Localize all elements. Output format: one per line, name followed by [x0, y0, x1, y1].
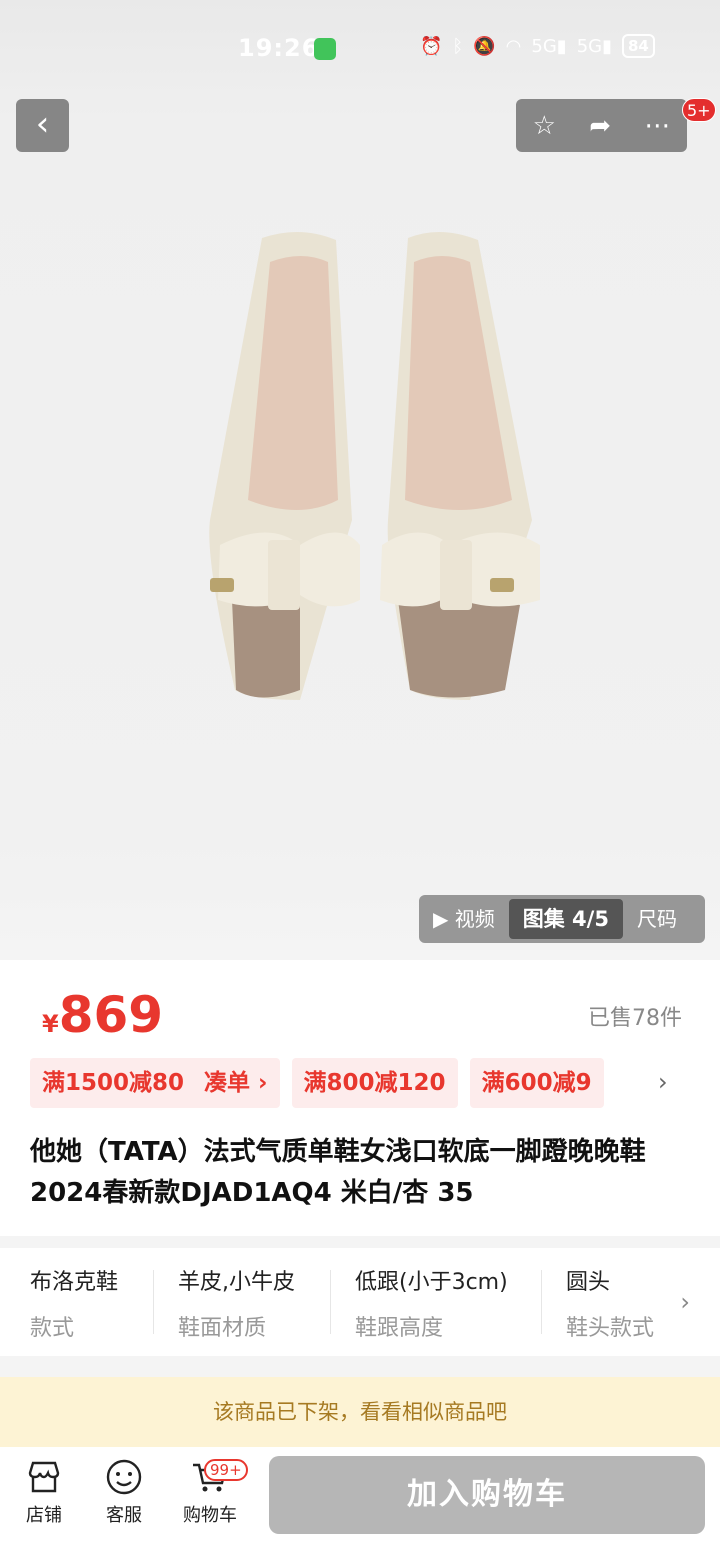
tab-video[interactable]: ▶ 视频: [419, 899, 509, 939]
coupon-item[interactable]: 满1500减80 凑单 ›: [30, 1058, 280, 1108]
shop-icon: [28, 1461, 60, 1493]
more-icon[interactable]: ⋯: [644, 111, 670, 141]
spec-value: 圆头: [566, 1270, 611, 1295]
spec-item: 圆头 鞋头款式: [542, 1248, 672, 1356]
product-info-card: ¥869 已售78件 满1500减80 凑单 › 满800减120 满600减9 …: [0, 960, 720, 1236]
service-label: 客服: [106, 1505, 142, 1526]
coupon-label: 满1500减80: [42, 1070, 185, 1096]
product-title: 他她（TATA）法式气质单鞋女浅口软底一脚蹬晚晚鞋2024春新款DJAD1AQ4…: [30, 1137, 646, 1208]
coupon-item[interactable]: 满600减9: [469, 1058, 604, 1108]
top-actions: ☆ ➦ ⋯: [516, 99, 687, 152]
product-page: 19:26 ⏰ ᛒ 🔕 ◠ 5G▮ 5G▮ 84 ‹ ☆ ➦ ⋯ 5+ ▶ 视频…: [0, 0, 720, 1562]
currency-symbol: ¥: [42, 1010, 59, 1038]
product-specs[interactable]: 布洛克鞋 款式 羊皮,小牛皮 鞋面材质 低跟(小于3cm) 鞋跟高度 圆头 鞋头…: [0, 1248, 720, 1356]
back-button[interactable]: ‹: [16, 99, 69, 152]
coupon-item[interactable]: 满800减120: [291, 1058, 458, 1108]
delisted-notice[interactable]: 该商品已下架，看看相似商品吧: [0, 1377, 720, 1447]
add-to-cart-button[interactable]: 加入购物车: [269, 1456, 705, 1534]
alarm-icon: ⏰: [420, 35, 443, 57]
shop-label: 店铺: [26, 1505, 62, 1526]
coupon-label: 满600减9: [481, 1070, 592, 1096]
coupon-add-on-link[interactable]: 凑单 ›: [204, 1070, 268, 1096]
chevron-right-icon[interactable]: ›: [680, 1288, 690, 1316]
battery-indicator: 84: [622, 34, 655, 58]
price-value: 869: [58, 986, 164, 1044]
spec-key: 鞋面材质: [178, 1316, 267, 1341]
coupon-label: 满800减120: [303, 1070, 446, 1096]
status-time: 19:26: [238, 34, 320, 62]
status-bar: 19:26 ⏰ ᛒ 🔕 ◠ 5G▮ 5G▮ 84: [0, 0, 720, 96]
message-badge: 5+: [682, 98, 716, 122]
app-notification-icon: [314, 38, 336, 60]
mute-icon: 🔕: [473, 35, 496, 57]
spec-key: 鞋跟高度: [355, 1316, 444, 1341]
service-icon: [106, 1459, 142, 1495]
favorite-star-icon[interactable]: ☆: [533, 111, 556, 141]
tab-size[interactable]: 尺码: [623, 899, 691, 939]
cart-label: 购物车: [183, 1505, 237, 1526]
shop-button[interactable]: 店铺: [8, 1457, 80, 1527]
customer-service-button[interactable]: 客服: [88, 1457, 160, 1527]
signal-icon: 5G▮: [531, 35, 567, 57]
sold-count: 已售78件: [588, 1006, 682, 1031]
cart-count-badge: 99+: [204, 1459, 248, 1481]
coupon-list: 满1500减80 凑单 › 满800减120 满600减9: [30, 1058, 680, 1108]
chevron-left-icon: ‹: [35, 104, 50, 144]
gallery-tabs: ▶ 视频 图集 4/5 尺码: [419, 895, 705, 943]
wifi-icon: ◠: [505, 35, 522, 57]
bottom-action-bar: 店铺 客服 购物车 99+ 加入购物车: [0, 1447, 720, 1562]
spec-key: 款式: [30, 1316, 75, 1341]
share-icon[interactable]: ➦: [589, 111, 611, 141]
spec-item: 羊皮,小牛皮 鞋面材质: [154, 1248, 330, 1356]
tab-album[interactable]: 图集 4/5: [508, 899, 623, 939]
spec-item: 布洛克鞋 款式: [0, 1248, 153, 1356]
signal-icon-2: 5G▮: [576, 35, 612, 57]
spec-item: 低跟(小于3cm) 鞋跟高度: [331, 1248, 541, 1356]
spec-key: 鞋头款式: [566, 1316, 655, 1341]
product-price: ¥869: [42, 986, 163, 1044]
spec-value: 羊皮,小牛皮: [178, 1270, 295, 1295]
chevron-right-icon[interactable]: ›: [658, 1068, 668, 1096]
spec-value: 布洛克鞋: [30, 1270, 119, 1295]
bluetooth-icon: ᛒ: [452, 35, 464, 57]
spec-value: 低跟(小于3cm): [355, 1270, 508, 1295]
